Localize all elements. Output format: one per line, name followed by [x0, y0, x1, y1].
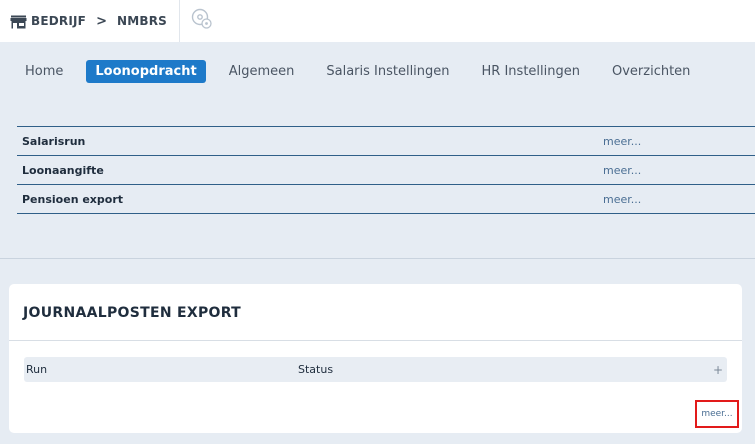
plus-icon[interactable]: +: [713, 363, 723, 377]
card-more-link[interactable]: meer...: [695, 400, 739, 428]
nav-tab-home[interactable]: Home: [16, 60, 72, 83]
section-divider: [0, 258, 755, 259]
menu-row-pensioen-export: Pensioen export meer...: [17, 185, 755, 214]
breadcrumb-company-label[interactable]: BEDRIJF: [31, 14, 86, 28]
nav-tab-loonopdracht[interactable]: Loonopdracht: [86, 59, 206, 83]
breadcrumb-company-name[interactable]: NMBRS: [117, 14, 167, 28]
breadcrumb: BEDRIJF > NMBRS: [0, 0, 180, 42]
menu-more-salarisrun-link[interactable]: meer...: [603, 135, 641, 148]
top-header: BEDRIJF > NMBRS: [0, 0, 755, 42]
menu-label-pensioen-export[interactable]: Pensioen export: [17, 193, 123, 206]
main-nav: Home Loonopdracht Algemeen Salaris Inste…: [16, 59, 713, 83]
menu-label-loonaangifte[interactable]: Loonaangifte: [17, 164, 104, 177]
column-header-run: Run: [26, 363, 48, 376]
table-header: Run Status +: [24, 357, 727, 382]
nav-tab-hr-instellingen[interactable]: HR Instellingen: [473, 60, 589, 83]
breadcrumb-separator: >: [96, 13, 107, 29]
menu-row-loonaangifte: Loonaangifte meer...: [17, 156, 755, 185]
menu-more-pensioen-export-link[interactable]: meer...: [603, 193, 641, 206]
store-icon: [10, 14, 27, 29]
card-divider: [9, 340, 742, 341]
nav-tab-algemeen[interactable]: Algemeen: [220, 60, 304, 83]
menu-more-loonaangifte-link[interactable]: meer...: [603, 164, 641, 177]
settings-button[interactable]: [190, 8, 214, 34]
loonopdracht-menu-list: Salarisrun meer... Loonaangifte meer... …: [17, 126, 755, 214]
gear-settings-icon: [191, 8, 213, 34]
nav-tab-salaris-instellingen[interactable]: Salaris Instellingen: [317, 60, 458, 83]
menu-label-salarisrun[interactable]: Salarisrun: [17, 135, 85, 148]
menu-row-salarisrun: Salarisrun meer...: [17, 127, 755, 156]
column-header-status: Status: [298, 363, 334, 376]
journaalposten-export-card: JOURNAALPOSTEN EXPORT Run Status + meer.…: [9, 284, 742, 433]
nav-tab-overzichten[interactable]: Overzichten: [603, 60, 699, 83]
card-title: JOURNAALPOSTEN EXPORT: [23, 305, 242, 321]
